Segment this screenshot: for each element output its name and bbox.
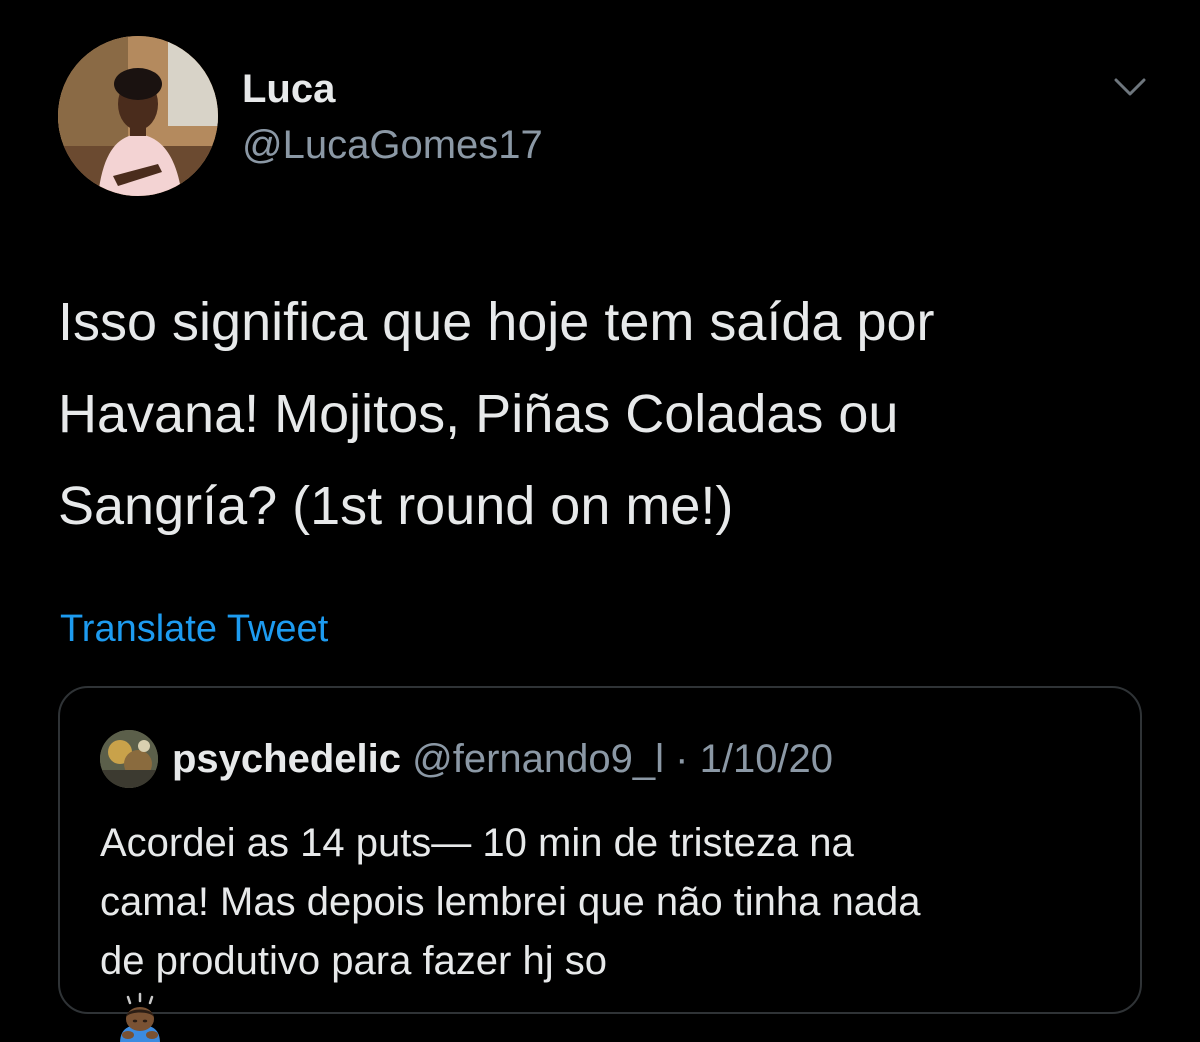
author-display-name[interactable]: Luca (242, 66, 335, 112)
quoted-text-line: de produtivo para fazer hj so (100, 932, 1120, 1042)
author-handle[interactable]: @LucaGomes17 (242, 122, 543, 168)
tweet-text-line: Isso significa que hoje tem saída por (58, 292, 935, 352)
quoted-meta: @fernando9_l · 1/10/20 (412, 737, 834, 781)
quoted-avatar-image (100, 730, 158, 788)
translate-tweet-link[interactable]: Translate Tweet (60, 606, 328, 652)
tweet-text-line: Sangría? (1st round on me!) (58, 476, 734, 536)
tweet-text-line: Havana! Mojitos, Piñas Coladas ou (58, 384, 899, 444)
person-bowing-emoji-icon (114, 991, 166, 1042)
quoted-tweet-card[interactable]: psychedelic @fernando9_l · 1/10/20 Acord… (58, 686, 1142, 1042)
quoted-text: Acordei as 14 puts— 10 min de tristeza n… (100, 814, 1120, 1042)
quoted-text-line-content: de produtivo para fazer hj so (100, 939, 607, 983)
quoted-author-avatar[interactable] (100, 730, 158, 788)
quoted-text-line: Acordei as 14 puts— 10 min de tristeza n… (100, 821, 854, 865)
quoted-text-line: cama! Mas depois lembrei que não tinha n… (100, 880, 921, 924)
tweet-text: Isso significa que hoje tem saída por Ha… (58, 276, 1158, 552)
quoted-header: psychedelic @fernando9_l · 1/10/20 (172, 736, 833, 782)
author-avatar-image (58, 36, 218, 196)
quoted-display-name[interactable]: psychedelic (172, 737, 401, 781)
chevron-down-icon[interactable] (1110, 70, 1150, 106)
author-avatar[interactable] (58, 36, 218, 196)
